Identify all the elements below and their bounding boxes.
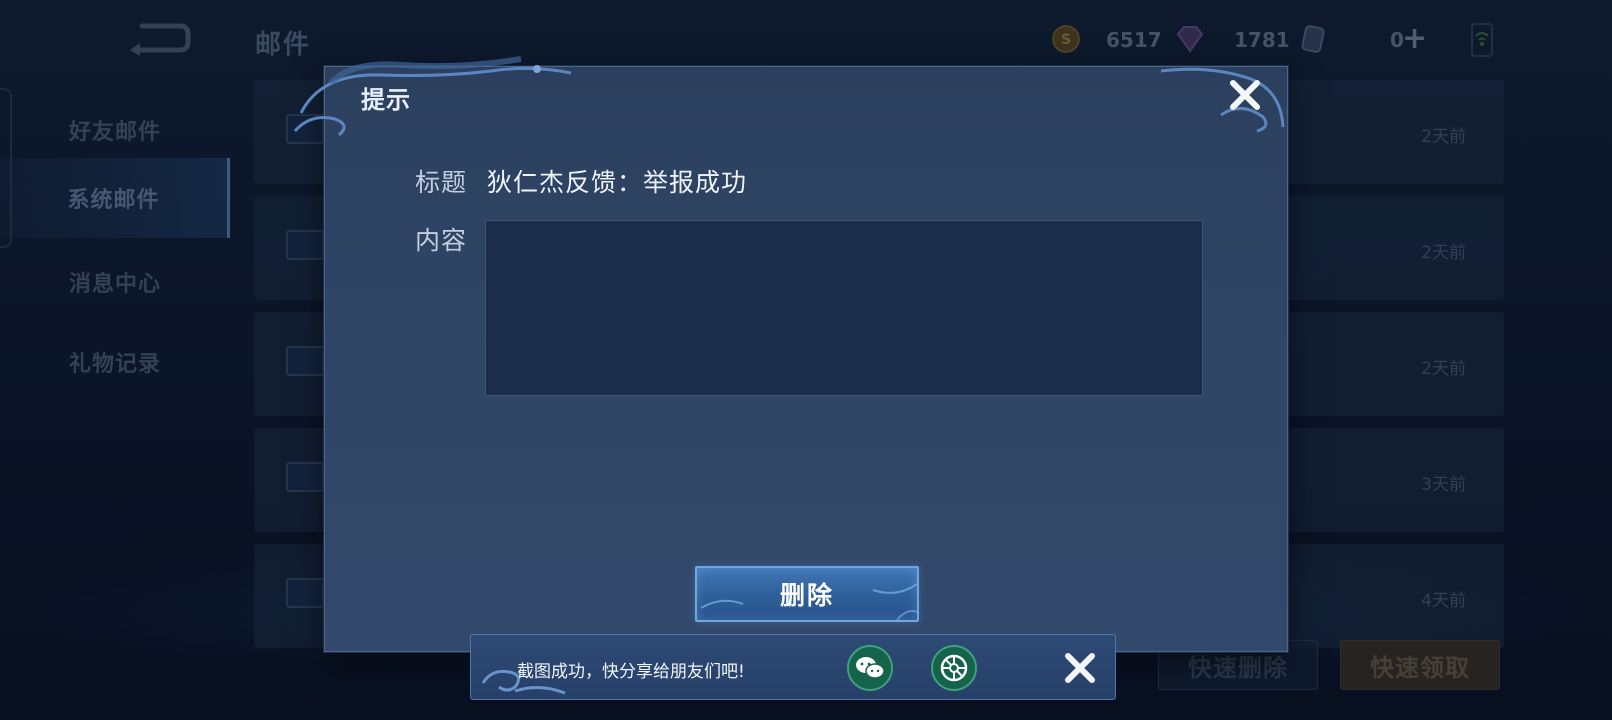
cloud-ornament-icon: [1160, 67, 1285, 133]
wechat-icon: [856, 657, 885, 679]
toast-message: 截图成功，快分享给朋友们吧!: [517, 662, 745, 682]
close-icon: [1065, 653, 1095, 683]
subject-value: 狄仁杰反馈：举报成功: [487, 168, 748, 197]
toast-close-button[interactable]: [1059, 647, 1101, 689]
dialog-title: 提示: [361, 86, 411, 114]
delete-button-label: 删除: [779, 581, 834, 610]
screenshot-toast: 截图成功，快分享给朋友们吧!: [470, 634, 1116, 700]
content-label: 内容: [415, 226, 468, 255]
content-box: [485, 220, 1203, 396]
close-icon: [1230, 80, 1260, 110]
dialog-close-button[interactable]: [1223, 73, 1267, 117]
subject-label: 标题: [415, 168, 468, 197]
cloud-ornament-icon: [293, 56, 572, 137]
notice-dialog: 提示 标题 狄仁杰反馈：举报成功 内容 删除: [293, 56, 1288, 652]
moments-icon: [940, 654, 968, 682]
delete-button[interactable]: 删除: [695, 566, 919, 622]
share-moments-button[interactable]: [931, 645, 977, 691]
share-wechat-button[interactable]: [847, 645, 893, 691]
